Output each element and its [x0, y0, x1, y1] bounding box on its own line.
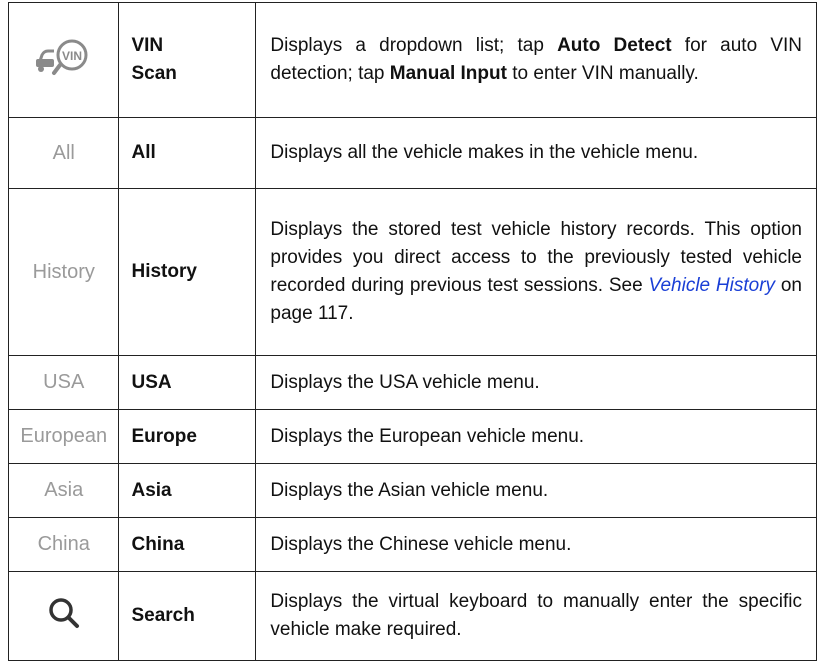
function-name: Asia: [118, 463, 257, 518]
table-row: All All Displays all the vehicle makes i…: [7, 117, 817, 189]
function-name: USA: [118, 355, 257, 410]
function-description: Displays all the vehicle makes in the ve…: [255, 117, 817, 189]
vehicle-history-link[interactable]: Vehicle History: [649, 275, 776, 296]
function-name: Europe: [118, 409, 257, 464]
asia-icon: Asia: [44, 479, 84, 501]
usa-icon: USA: [43, 371, 85, 393]
all-icon: All: [52, 141, 75, 164]
icon-cell: VIN: [7, 2, 120, 118]
european-icon: European: [20, 425, 108, 447]
table-row: USA USA Displays the USA vehicle menu.: [7, 355, 817, 410]
function-description: Displays the European vehicle menu.: [255, 409, 817, 464]
table-row: History History Displays the stored test…: [7, 188, 817, 356]
table-row: VIN VIN Scan Displays a dropdown list; ta…: [7, 2, 817, 118]
function-name: China: [118, 517, 257, 572]
icon-cell: Asia: [7, 463, 120, 518]
function-name: History: [118, 188, 257, 356]
history-icon: History: [32, 260, 95, 283]
search-icon: [48, 598, 79, 628]
table-row: China China Displays the Chinese vehicle…: [7, 517, 817, 572]
icon-cell: USA: [7, 355, 120, 410]
icon-cell: China: [7, 517, 120, 572]
table-row: Asia Asia Displays the Asian vehicle men…: [7, 463, 817, 518]
china-icon: China: [37, 533, 90, 555]
function-description: Displays the Asian vehicle menu.: [255, 463, 817, 518]
svg-text:VIN: VIN: [62, 49, 82, 63]
table-row: European Europe Displays the European ve…: [7, 409, 817, 464]
function-name: Search: [118, 571, 257, 661]
vin-scan-icon: VIN: [35, 39, 88, 75]
reference-table: VIN VIN Scan Displays a dropdown list; ta…: [7, 2, 817, 661]
icon-cell: [7, 571, 120, 661]
function-description: Displays the virtual keyboard to manuall…: [255, 571, 817, 661]
icon-cell: All: [7, 117, 120, 189]
function-description: Displays the Chinese vehicle menu.: [255, 517, 817, 572]
table-row: Search Displays the virtual keyboard to …: [7, 571, 817, 661]
function-name: VIN Scan: [118, 2, 257, 118]
icon-cell: European: [7, 409, 120, 464]
function-name: All: [118, 117, 257, 189]
function-description: Displays the USA vehicle menu.: [255, 355, 817, 410]
function-description: Displays a dropdown list; tap Auto Detec…: [255, 2, 817, 118]
function-description: Displays the stored test vehicle history…: [255, 188, 817, 356]
icon-cell: History: [7, 188, 120, 356]
